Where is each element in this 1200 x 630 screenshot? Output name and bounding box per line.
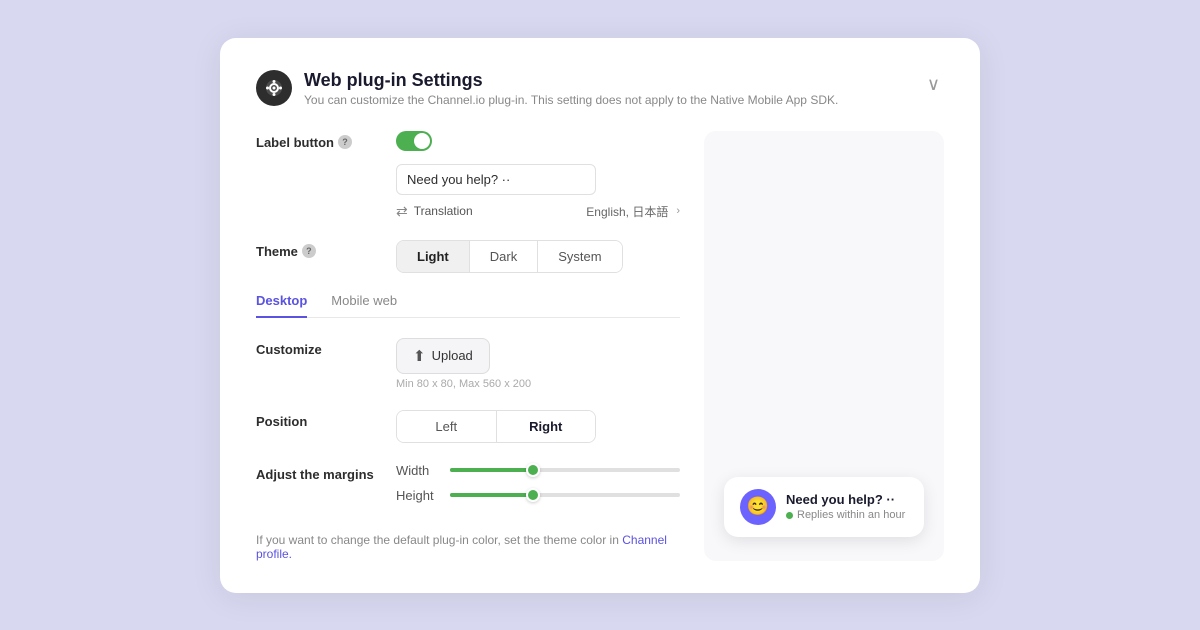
- height-slider-thumb[interactable]: [526, 488, 540, 502]
- tab-mobile-web[interactable]: Mobile web: [331, 293, 397, 318]
- theme-help-icon[interactable]: ?: [302, 244, 316, 258]
- label-button-input[interactable]: [396, 164, 596, 195]
- content-wrapper: Label button ? ⇄ Translation English, 日本…: [256, 131, 944, 561]
- position-label: Position: [256, 410, 396, 429]
- width-slider-track: [450, 468, 680, 472]
- collapse-button[interactable]: ∨: [923, 70, 944, 99]
- width-slider-thumb[interactable]: [526, 463, 540, 477]
- widget-avatar-emoji: 😊: [747, 496, 769, 517]
- width-label: Width: [396, 463, 440, 478]
- page-subtitle: You can customize the Channel.io plug-in…: [304, 93, 838, 107]
- label-button-help-icon[interactable]: ?: [338, 135, 352, 149]
- card-header: Web plug-in Settings You can customize t…: [256, 70, 944, 107]
- label-section: ⇄ Translation English, 日本語 ›: [396, 131, 680, 220]
- settings-card: Web plug-in Settings You can customize t…: [220, 38, 980, 593]
- translation-chevron-icon[interactable]: ›: [676, 205, 680, 217]
- page-title: Web plug-in Settings: [304, 70, 838, 91]
- tabs: Desktop Mobile web: [256, 293, 680, 318]
- header-text: Web plug-in Settings You can customize t…: [304, 70, 838, 107]
- position-row: Position Left Right: [256, 410, 680, 443]
- width-slider-row: Width: [396, 463, 680, 478]
- tab-desktop[interactable]: Desktop: [256, 293, 307, 318]
- translation-row: ⇄ Translation English, 日本語 ›: [396, 203, 680, 220]
- height-label: Height: [396, 488, 440, 503]
- customize-row: Customize ⬆ Upload Min 80 x 80, Max 560 …: [256, 338, 680, 390]
- online-indicator: [786, 512, 793, 519]
- position-right-button[interactable]: Right: [497, 411, 596, 442]
- widget-title: Need you help? ··: [786, 492, 905, 507]
- preview-panel: 😊 Need you help? ·· Replies within an ho…: [704, 131, 944, 561]
- position-group: Left Right: [396, 410, 596, 443]
- height-slider-row: Height: [396, 488, 680, 503]
- translation-label: Translation: [414, 204, 473, 218]
- translation-value: English, 日本語: [586, 203, 668, 220]
- height-slider-fill: [450, 493, 531, 497]
- theme-group: Light Dark System: [396, 240, 623, 273]
- theme-label: Theme ?: [256, 240, 396, 259]
- theme-system-button[interactable]: System: [538, 241, 621, 272]
- upload-button[interactable]: ⬆ Upload: [396, 338, 490, 374]
- position-left-button[interactable]: Left: [397, 411, 497, 442]
- customize-section: ⬆ Upload Min 80 x 80, Max 560 x 200: [396, 338, 531, 390]
- adjust-margins-row: Adjust the margins Width Height: [256, 463, 680, 513]
- adjust-margins-label: Adjust the margins: [256, 463, 396, 482]
- theme-dark-button[interactable]: Dark: [470, 241, 538, 272]
- footer-note: If you want to change the default plug-i…: [256, 533, 680, 561]
- upload-hint: Min 80 x 80, Max 560 x 200: [396, 378, 531, 390]
- label-button-row: Label button ? ⇄ Translation English, 日本…: [256, 131, 680, 220]
- left-panel: Label button ? ⇄ Translation English, 日本…: [256, 131, 680, 561]
- theme-row: Theme ? Light Dark System: [256, 240, 680, 273]
- height-slider-track: [450, 493, 680, 497]
- label-button-label: Label button ?: [256, 131, 396, 150]
- upload-icon: ⬆: [413, 347, 426, 365]
- widget-subtitle: Replies within an hour: [786, 509, 905, 521]
- label-button-toggle[interactable]: [396, 131, 432, 151]
- width-slider-fill: [450, 468, 531, 472]
- widget-avatar: 😊: [740, 489, 776, 525]
- customize-label: Customize: [256, 338, 396, 357]
- plugin-icon: [256, 70, 292, 106]
- sliders-section: Width Height: [396, 463, 680, 513]
- preview-widget: 😊 Need you help? ·· Replies within an ho…: [724, 477, 924, 537]
- translation-icon: ⇄: [396, 203, 408, 220]
- widget-text: Need you help? ·· Replies within an hour: [786, 492, 905, 521]
- theme-light-button[interactable]: Light: [397, 241, 470, 272]
